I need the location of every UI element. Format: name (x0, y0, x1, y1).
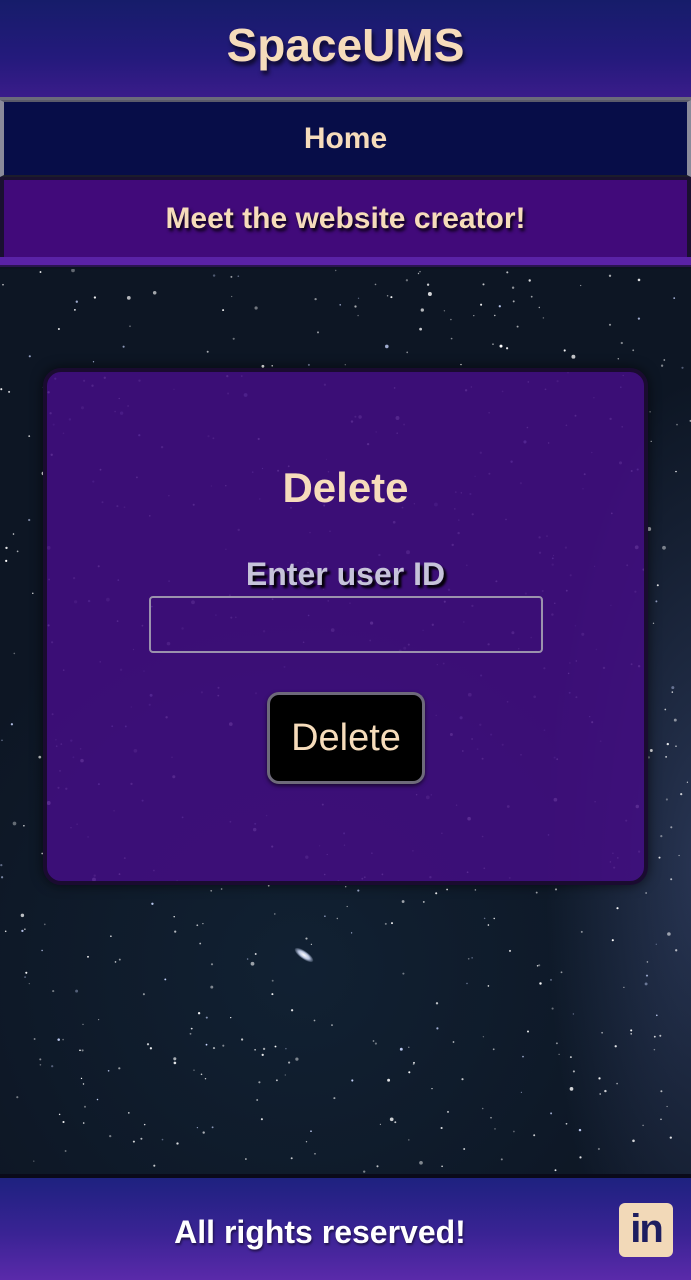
site-header: SpaceUMS (0, 0, 691, 100)
starfield-background: Delete Enter user ID Delete (0, 269, 691, 1174)
main-nav: Home Meet the website creator! (0, 100, 691, 267)
site-footer: All rights reserved! in (0, 1174, 691, 1280)
nav-item-creator[interactable]: Meet the website creator! (0, 177, 691, 257)
card-title: Delete (282, 464, 409, 511)
user-id-input[interactable] (149, 596, 543, 653)
linkedin-icon[interactable]: in (619, 1203, 673, 1257)
nav-divider (0, 257, 691, 267)
delete-card: Delete Enter user ID Delete (43, 368, 648, 885)
linkedin-glyph: in (630, 1206, 664, 1251)
nav-item-label: Home (303, 121, 388, 155)
site-title: SpaceUMS (226, 18, 465, 71)
nav-item-home[interactable]: Home (0, 100, 691, 177)
delete-button[interactable]: Delete (267, 692, 425, 784)
user-id-label: Enter user ID (245, 556, 446, 592)
footer-text: All rights reserved! (174, 1214, 466, 1250)
nav-item-label: Meet the website creator! (165, 201, 526, 235)
